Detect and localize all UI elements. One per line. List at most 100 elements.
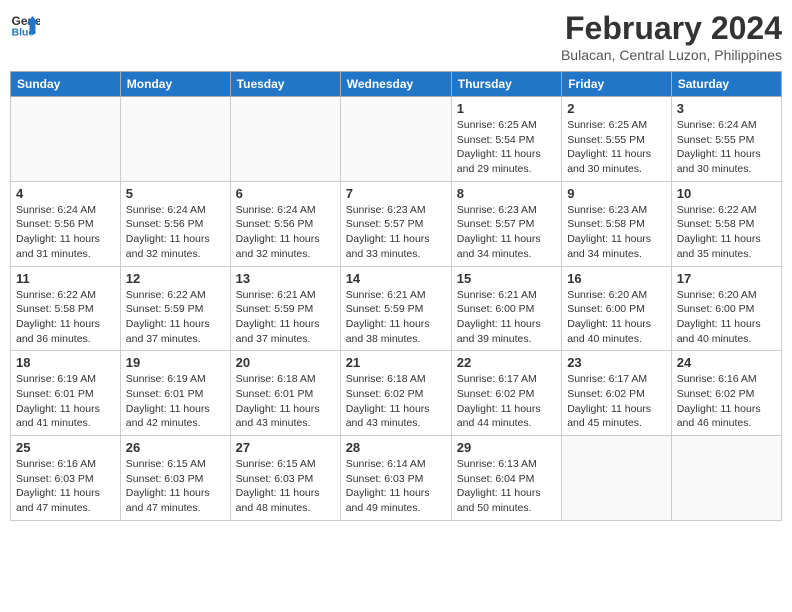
day-info: Sunrise: 6:17 AMSunset: 6:02 PMDaylight:…	[567, 372, 666, 431]
day-info: Sunrise: 6:21 AMSunset: 5:59 PMDaylight:…	[346, 288, 446, 347]
calendar-cell	[120, 97, 230, 182]
calendar-cell: 10 Sunrise: 6:22 AMSunset: 5:58 PMDayligh…	[671, 181, 781, 266]
day-info: Sunrise: 6:23 AMSunset: 5:57 PMDaylight:…	[457, 203, 556, 262]
day-number: 16	[567, 271, 666, 286]
day-info: Sunrise: 6:19 AMSunset: 6:01 PMDaylight:…	[16, 372, 115, 431]
calendar-cell: 13Sunrise: 6:21 AMSunset: 5:59 PMDayligh…	[230, 266, 340, 351]
calendar-cell: 28 Sunrise: 6:14 AMSunset: 6:03 PMDayligh…	[340, 436, 451, 521]
calendar-cell: 4 Sunrise: 6:24 AMSunset: 5:56 PMDaylight…	[11, 181, 121, 266]
calendar-cell: 18 Sunrise: 6:19 AMSunset: 6:01 PMDayligh…	[11, 351, 121, 436]
day-info: Sunrise: 6:21 AMSunset: 6:00 PMDaylight:…	[457, 288, 556, 347]
week-row: 11 Sunrise: 6:22 AMSunset: 5:58 PMDayligh…	[11, 266, 782, 351]
day-number: 11	[16, 271, 115, 286]
week-row: 1 Sunrise: 6:25 AMSunset: 5:54 PMDaylight…	[11, 97, 782, 182]
weekday-header: Tuesday	[230, 72, 340, 97]
day-info: Sunrise: 6:23 AMSunset: 5:57 PMDaylight:…	[346, 203, 446, 262]
day-number: 8	[457, 186, 556, 201]
day-number: 24	[677, 355, 776, 370]
day-number: 9	[567, 186, 666, 201]
weekday-header-row: SundayMondayTuesdayWednesdayThursdayFrid…	[11, 72, 782, 97]
calendar-cell	[671, 436, 781, 521]
calendar-cell: 29 Sunrise: 6:13 AMSunset: 6:04 PMDayligh…	[451, 436, 561, 521]
header: General Blue February 2024 Bulacan, Cent…	[10, 10, 782, 63]
calendar-table: SundayMondayTuesdayWednesdayThursdayFrid…	[10, 71, 782, 521]
day-number: 6	[236, 186, 335, 201]
logo: General Blue	[10, 10, 42, 40]
day-info: Sunrise: 6:23 AMSunset: 5:58 PMDaylight:…	[567, 203, 666, 262]
day-number: 20	[236, 355, 335, 370]
day-number: 27	[236, 440, 335, 455]
day-number: 26	[126, 440, 225, 455]
calendar-cell: 8 Sunrise: 6:23 AMSunset: 5:57 PMDaylight…	[451, 181, 561, 266]
calendar-cell: 15Sunrise: 6:21 AMSunset: 6:00 PMDayligh…	[451, 266, 561, 351]
calendar-cell: 17 Sunrise: 6:20 AMSunset: 6:00 PMDayligh…	[671, 266, 781, 351]
calendar-cell: 6 Sunrise: 6:24 AMSunset: 5:56 PMDaylight…	[230, 181, 340, 266]
calendar-cell: 24 Sunrise: 6:16 AMSunset: 6:02 PMDayligh…	[671, 351, 781, 436]
day-number: 28	[346, 440, 446, 455]
day-number: 21	[346, 355, 446, 370]
day-info: Sunrise: 6:22 AMSunset: 5:59 PMDaylight:…	[126, 288, 225, 347]
week-row: 18 Sunrise: 6:19 AMSunset: 6:01 PMDayligh…	[11, 351, 782, 436]
day-number: 17	[677, 271, 776, 286]
weekday-header: Sunday	[11, 72, 121, 97]
day-number: 10	[677, 186, 776, 201]
day-info: Sunrise: 6:16 AMSunset: 6:02 PMDaylight:…	[677, 372, 776, 431]
day-info: Sunrise: 6:19 AMSunset: 6:01 PMDaylight:…	[126, 372, 225, 431]
day-number: 4	[16, 186, 115, 201]
calendar-cell: 26 Sunrise: 6:15 AMSunset: 6:03 PMDayligh…	[120, 436, 230, 521]
calendar-cell: 27 Sunrise: 6:15 AMSunset: 6:03 PMDayligh…	[230, 436, 340, 521]
day-info: Sunrise: 6:24 AMSunset: 5:56 PMDaylight:…	[126, 203, 225, 262]
week-row: 4 Sunrise: 6:24 AMSunset: 5:56 PMDaylight…	[11, 181, 782, 266]
day-info: Sunrise: 6:14 AMSunset: 6:03 PMDaylight:…	[346, 457, 446, 516]
logo-icon: General Blue	[10, 10, 40, 40]
calendar-cell: 2 Sunrise: 6:25 AMSunset: 5:55 PMDaylight…	[562, 97, 672, 182]
day-number: 23	[567, 355, 666, 370]
calendar-cell	[230, 97, 340, 182]
calendar-cell: 14 Sunrise: 6:21 AMSunset: 5:59 PMDayligh…	[340, 266, 451, 351]
day-number: 22	[457, 355, 556, 370]
day-number: 25	[16, 440, 115, 455]
location-subtitle: Bulacan, Central Luzon, Philippines	[561, 47, 782, 63]
day-info: Sunrise: 6:20 AMSunset: 6:00 PMDaylight:…	[567, 288, 666, 347]
day-info: Sunrise: 6:25 AMSunset: 5:54 PMDaylight:…	[457, 118, 556, 177]
day-info: Sunrise: 6:18 AMSunset: 6:02 PMDaylight:…	[346, 372, 446, 431]
calendar-cell: 1 Sunrise: 6:25 AMSunset: 5:54 PMDaylight…	[451, 97, 561, 182]
day-info: Sunrise: 6:17 AMSunset: 6:02 PMDaylight:…	[457, 372, 556, 431]
day-number: 18	[16, 355, 115, 370]
day-info: Sunrise: 6:15 AMSunset: 6:03 PMDaylight:…	[126, 457, 225, 516]
calendar-cell: 23 Sunrise: 6:17 AMSunset: 6:02 PMDayligh…	[562, 351, 672, 436]
calendar-cell: 16 Sunrise: 6:20 AMSunset: 6:00 PMDayligh…	[562, 266, 672, 351]
calendar-cell: 5Sunrise: 6:24 AMSunset: 5:56 PMDaylight…	[120, 181, 230, 266]
calendar-cell: 25Sunrise: 6:16 AMSunset: 6:03 PMDayligh…	[11, 436, 121, 521]
week-row: 25Sunrise: 6:16 AMSunset: 6:03 PMDayligh…	[11, 436, 782, 521]
calendar-cell: 19 Sunrise: 6:19 AMSunset: 6:01 PMDayligh…	[120, 351, 230, 436]
calendar-cell: 7 Sunrise: 6:23 AMSunset: 5:57 PMDaylight…	[340, 181, 451, 266]
weekday-header: Thursday	[451, 72, 561, 97]
day-info: Sunrise: 6:13 AMSunset: 6:04 PMDaylight:…	[457, 457, 556, 516]
day-info: Sunrise: 6:22 AMSunset: 5:58 PMDaylight:…	[16, 288, 115, 347]
calendar-cell: 22 Sunrise: 6:17 AMSunset: 6:02 PMDayligh…	[451, 351, 561, 436]
weekday-header: Saturday	[671, 72, 781, 97]
day-number: 19	[126, 355, 225, 370]
day-number: 14	[346, 271, 446, 286]
day-number: 7	[346, 186, 446, 201]
day-number: 2	[567, 101, 666, 116]
day-info: Sunrise: 6:15 AMSunset: 6:03 PMDaylight:…	[236, 457, 335, 516]
day-info: Sunrise: 6:24 AMSunset: 5:56 PMDaylight:…	[236, 203, 335, 262]
weekday-header: Wednesday	[340, 72, 451, 97]
calendar-cell: 9 Sunrise: 6:23 AMSunset: 5:58 PMDaylight…	[562, 181, 672, 266]
day-number: 1	[457, 101, 556, 116]
day-info: Sunrise: 6:25 AMSunset: 5:55 PMDaylight:…	[567, 118, 666, 177]
day-number: 12	[126, 271, 225, 286]
day-number: 3	[677, 101, 776, 116]
day-info: Sunrise: 6:20 AMSunset: 6:00 PMDaylight:…	[677, 288, 776, 347]
day-info: Sunrise: 6:24 AMSunset: 5:55 PMDaylight:…	[677, 118, 776, 177]
day-info: Sunrise: 6:18 AMSunset: 6:01 PMDaylight:…	[236, 372, 335, 431]
calendar-cell: 11 Sunrise: 6:22 AMSunset: 5:58 PMDayligh…	[11, 266, 121, 351]
calendar-cell	[11, 97, 121, 182]
calendar-cell: 21 Sunrise: 6:18 AMSunset: 6:02 PMDayligh…	[340, 351, 451, 436]
day-number: 29	[457, 440, 556, 455]
day-info: Sunrise: 6:22 AMSunset: 5:58 PMDaylight:…	[677, 203, 776, 262]
day-info: Sunrise: 6:24 AMSunset: 5:56 PMDaylight:…	[16, 203, 115, 262]
calendar-cell: 3 Sunrise: 6:24 AMSunset: 5:55 PMDaylight…	[671, 97, 781, 182]
